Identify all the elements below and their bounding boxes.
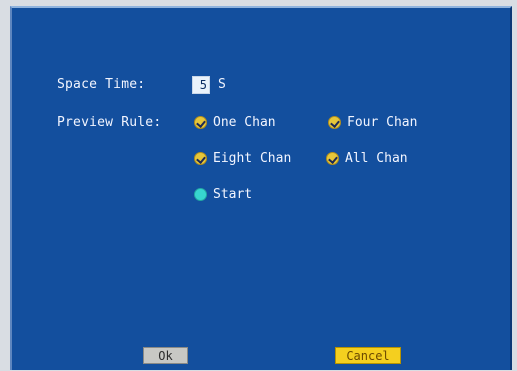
checked-radio-icon (326, 152, 339, 165)
option-four-chan[interactable]: Four Chan (328, 115, 417, 130)
cancel-button[interactable]: Cancel (335, 347, 401, 364)
option-start[interactable]: Start (194, 187, 252, 202)
screen-frame: Space Time: 5 S Preview Rule: One Chan F… (0, 0, 517, 371)
option-eight-chan[interactable]: Eight Chan (194, 151, 291, 166)
option-label: Four Chan (347, 115, 418, 130)
ok-button[interactable]: Ok (143, 347, 188, 364)
space-time-input[interactable]: 5 (192, 76, 210, 94)
option-label: One Chan (213, 115, 276, 130)
option-label: Eight Chan (213, 151, 292, 166)
preview-rule-label: Preview Rule: (57, 115, 162, 130)
space-time-label: Space Time: (57, 77, 146, 92)
space-time-unit: S (218, 77, 227, 92)
checked-radio-icon (194, 116, 207, 129)
radio-icon (194, 188, 207, 201)
option-label: All Chan (345, 151, 408, 166)
preview-settings-dialog: Space Time: 5 S Preview Rule: One Chan F… (10, 6, 512, 370)
option-one-chan[interactable]: One Chan (194, 115, 276, 130)
option-all-chan[interactable]: All Chan (326, 151, 408, 166)
checked-radio-icon (194, 152, 207, 165)
checked-radio-icon (328, 116, 341, 129)
option-label: Start (213, 187, 253, 202)
